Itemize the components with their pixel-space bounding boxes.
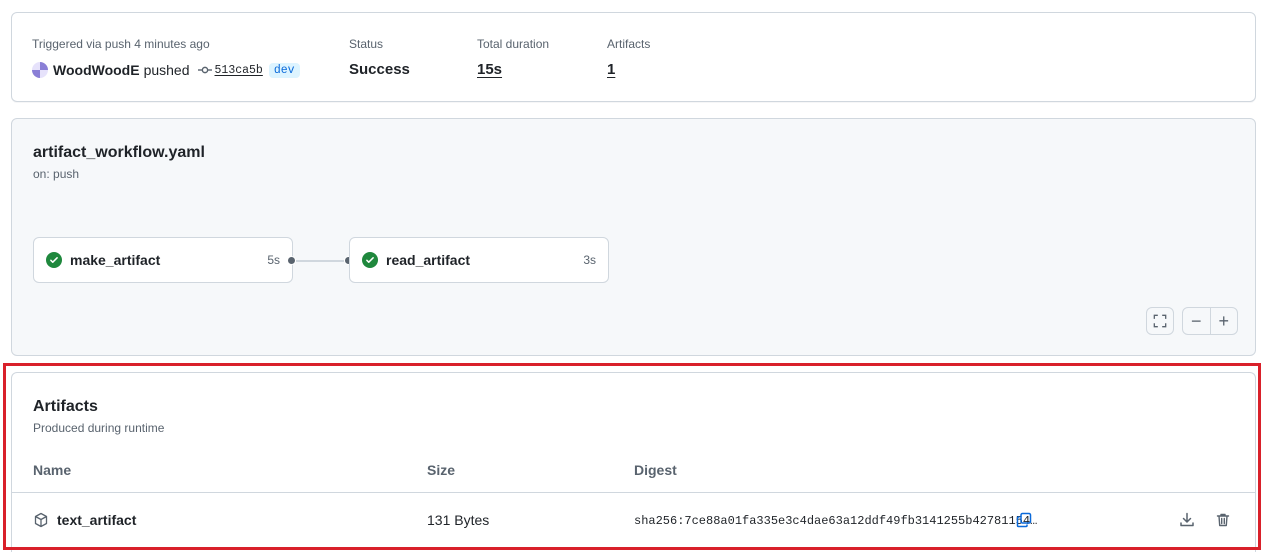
- fullscreen-icon: [1153, 314, 1167, 328]
- fullscreen-button[interactable]: [1146, 307, 1174, 335]
- job-make-artifact[interactable]: make_artifact 5s: [33, 237, 293, 283]
- git-commit-icon: [197, 63, 212, 77]
- artifacts-count-info: Artifacts 1: [607, 36, 650, 80]
- branch-badge[interactable]: dev: [268, 62, 300, 78]
- job-connector: [296, 260, 344, 262]
- zoom-controls: − +: [1182, 307, 1238, 335]
- action-text: pushed: [143, 62, 190, 78]
- workflow-file-name: artifact_workflow.yaml: [33, 144, 205, 161]
- job-output-dot: [287, 256, 296, 265]
- job-read-artifact[interactable]: read_artifact 3s: [349, 237, 609, 283]
- artifacts-count-link[interactable]: 1: [607, 60, 650, 80]
- workflow-graph-card: artifact_workflow.yaml on: push make_art…: [11, 118, 1256, 356]
- job-name: make_artifact: [70, 252, 161, 268]
- commit-sha-link[interactable]: 513ca5b: [215, 64, 263, 77]
- status-label: Status: [349, 37, 384, 51]
- duration-label: Total duration: [477, 37, 550, 51]
- zoom-out-button[interactable]: −: [1183, 308, 1211, 334]
- status-info: Status Success: [349, 36, 410, 80]
- zoom-in-button[interactable]: +: [1211, 308, 1238, 334]
- duration-info: Total duration 15s: [477, 36, 549, 80]
- actor-name[interactable]: WoodWoodE: [53, 62, 140, 78]
- avatar[interactable]: [32, 62, 48, 78]
- success-check-icon: [362, 252, 378, 268]
- job-duration: 5s: [267, 253, 280, 267]
- highlight-annotation-box: [3, 363, 1261, 550]
- trigger-info: Triggered via push 4 minutes ago WoodWoo…: [32, 36, 300, 80]
- artifacts-count-label: Artifacts: [607, 37, 651, 51]
- trigger-label: Triggered via push 4 minutes ago: [32, 37, 210, 51]
- job-name: read_artifact: [386, 252, 471, 268]
- success-check-icon: [46, 252, 62, 268]
- duration-link[interactable]: 15s: [477, 60, 549, 80]
- job-duration: 3s: [583, 253, 596, 267]
- workflow-trigger: on: push: [33, 167, 80, 181]
- status-value: Success: [349, 61, 410, 78]
- run-summary-card: Triggered via push 4 minutes ago WoodWoo…: [11, 12, 1256, 102]
